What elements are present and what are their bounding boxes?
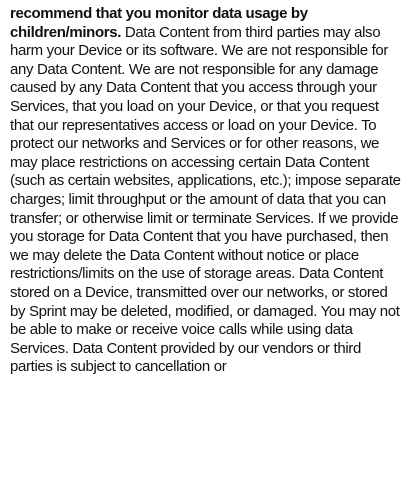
paragraph-text: Data Content from third parties may also… bbox=[10, 23, 401, 376]
document-page: recommend that you monitor data usage by… bbox=[0, 0, 410, 491]
terms-paragraph: recommend that you monitor data usage by… bbox=[10, 5, 402, 377]
